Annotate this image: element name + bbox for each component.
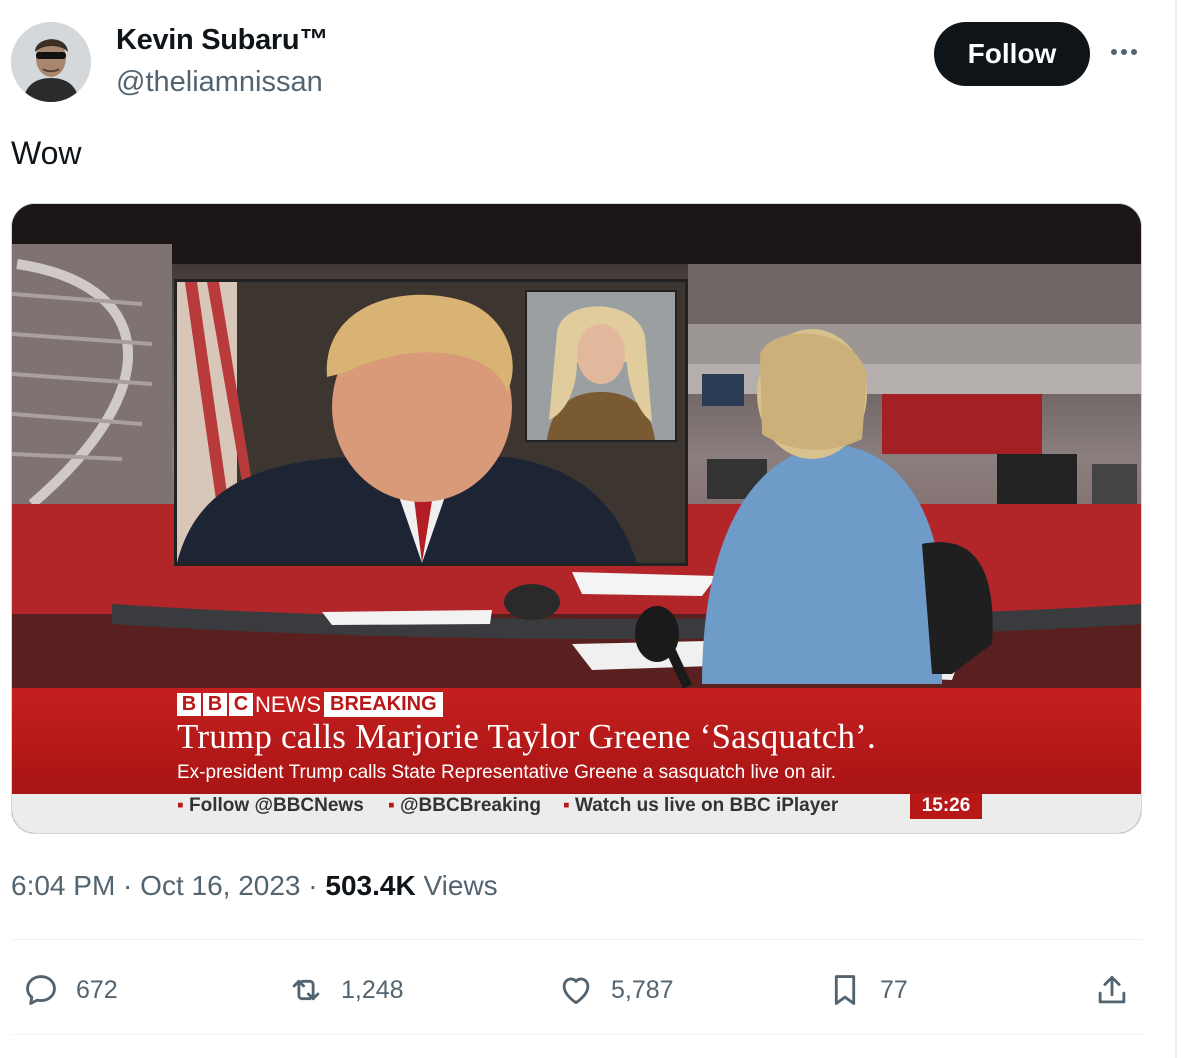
breaking-badge: BREAKING	[324, 692, 443, 717]
tweet-date[interactable]: Oct 16, 2023	[140, 870, 300, 901]
ticker-clock: 15:26	[910, 793, 982, 819]
tweet-time[interactable]: 6:04 PM	[11, 870, 115, 901]
reply-icon	[26, 975, 56, 1005]
avatar-image	[11, 22, 91, 102]
divider	[11, 1034, 1142, 1035]
like-count: 5,787	[611, 975, 674, 1004]
divider	[11, 939, 1142, 940]
heart-icon	[562, 977, 590, 1005]
ticker-item: Follow @BBCNews	[177, 795, 364, 817]
more-options-icon[interactable]	[1106, 40, 1142, 64]
follow-button[interactable]: Follow	[934, 22, 1090, 86]
tweet-media-image[interactable]: B B C NEWS BREAKING Trump calls Marjorie…	[11, 203, 1142, 834]
share-icon	[1098, 975, 1126, 1004]
bbc-logo-letter: C	[229, 693, 253, 716]
repost-count: 1,248	[341, 975, 404, 1004]
ticker-item: Watch us live on BBC iPlayer	[563, 795, 838, 817]
bbc-logo-letter: B	[177, 693, 201, 716]
tweet-meta: 6:04 PM · Oct 16, 2023 · 503.4K Views	[11, 870, 498, 902]
news-headline: Trump calls Marjorie Taylor Greene ‘Sasq…	[177, 717, 876, 756]
author-name[interactable]: Kevin Subaru™	[116, 24, 328, 57]
bookmark-button[interactable]: 77	[826, 968, 908, 1012]
like-button[interactable]: 5,787	[557, 968, 674, 1012]
bookmark-count: 77	[880, 975, 908, 1004]
bbc-logo: B B C	[177, 693, 253, 716]
bbc-logo-letter: B	[203, 693, 227, 716]
timeline-border	[1175, 0, 1177, 1058]
author-handle[interactable]: @theliamnissan	[116, 66, 323, 99]
share-button[interactable]	[1093, 968, 1131, 1012]
views-label: Views	[415, 870, 498, 901]
news-label: NEWS	[255, 692, 321, 717]
reply-count: 672	[76, 975, 118, 1004]
meta-separator: ·	[300, 870, 326, 901]
ticker-item: @BBCBreaking	[388, 795, 541, 817]
repost-button[interactable]: 1,248	[287, 968, 404, 1012]
tweet-text: Wow	[11, 135, 82, 171]
views-count: 503.4K	[325, 870, 416, 901]
repost-icon	[292, 979, 320, 1001]
bookmark-icon	[834, 975, 856, 1005]
meta-separator: ·	[115, 870, 141, 901]
avatar[interactable]	[11, 22, 91, 102]
inset-secondary-picture	[525, 290, 677, 442]
news-subheadline: Ex-president Trump calls State Represent…	[177, 762, 837, 783]
reply-button[interactable]: 672	[22, 968, 118, 1012]
